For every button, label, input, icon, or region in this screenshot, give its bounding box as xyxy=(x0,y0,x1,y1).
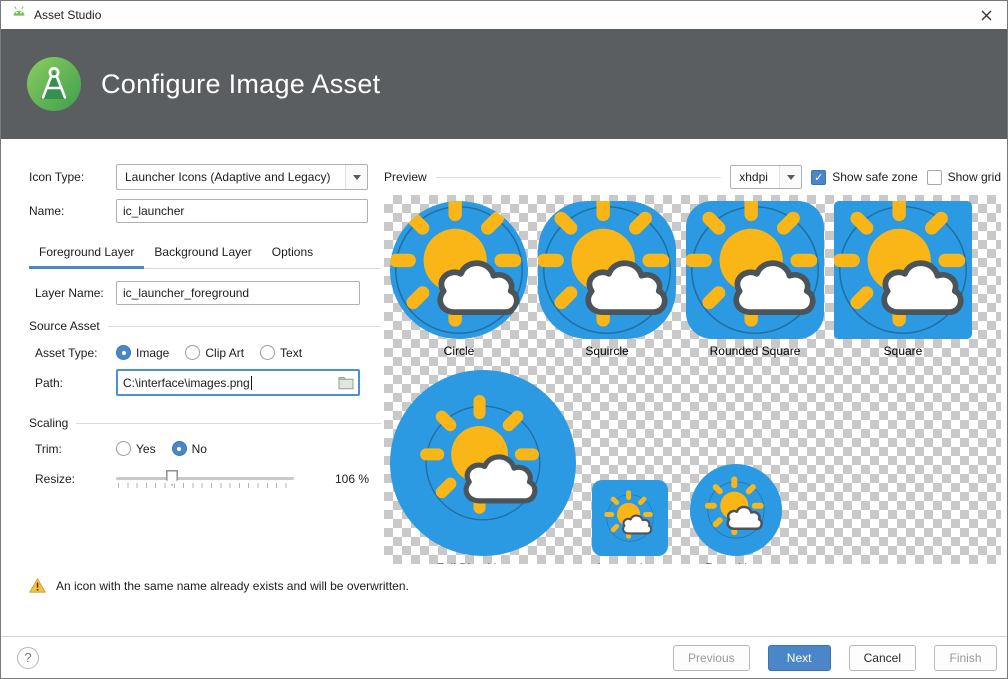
checkbox-icon xyxy=(927,170,942,185)
preview-tile-squircle: Squircle xyxy=(538,201,676,358)
android-logo-icon xyxy=(11,5,27,26)
path-input[interactable]: C:\interface\images.png xyxy=(116,369,360,396)
density-value: xhdpi xyxy=(739,170,768,184)
divider xyxy=(76,423,381,424)
legacy-icon xyxy=(592,480,668,556)
layer-name-row: Layer Name: xyxy=(29,281,381,305)
adaptive-icon-square xyxy=(834,201,972,339)
tab-options[interactable]: Options xyxy=(262,239,323,269)
radio-icon xyxy=(172,441,187,456)
radio-icon xyxy=(116,345,131,360)
divider xyxy=(108,326,381,327)
resize-row: Resize: 106 % xyxy=(29,469,381,489)
footer-bar: ? Previous Next Cancel Finish xyxy=(1,636,1007,678)
asset-type-label: Asset Type: xyxy=(29,346,116,360)
preview-area: Circle Squircle Rounded Square Square xyxy=(384,195,1001,564)
checkbox-icon xyxy=(811,170,826,185)
scaling-group: Scaling xyxy=(29,416,381,430)
preview-tile-rounded-square: Rounded Square xyxy=(686,201,824,358)
chevron-down-icon xyxy=(779,166,801,188)
icon-type-select[interactable]: Launcher Icons (Adaptive and Legacy) xyxy=(116,164,368,190)
show-safe-zone-checkbox[interactable]: Show safe zone xyxy=(811,170,917,185)
resize-value: 106 % xyxy=(335,472,381,486)
text-caret xyxy=(251,376,252,390)
browse-button[interactable] xyxy=(334,371,358,394)
trim-radio-yes[interactable]: Yes xyxy=(116,441,156,456)
path-label: Path: xyxy=(29,376,116,390)
tab-foreground-layer[interactable]: Foreground Layer xyxy=(29,239,144,269)
show-grid-checkbox[interactable]: Show grid xyxy=(927,170,1001,185)
trim-radio-no[interactable]: No xyxy=(172,441,207,456)
asset-type-radio-image[interactable]: Image xyxy=(116,345,169,360)
divider xyxy=(436,177,722,178)
preview-tile-full-bleed: Full Bleed Layers xyxy=(390,370,576,564)
android-studio-logo-icon xyxy=(27,57,81,111)
finish-button[interactable]: Finish xyxy=(934,645,997,671)
preview-panel: Preview xhdpi Show safe zone Show grid xyxy=(381,164,1007,564)
slider-ticks xyxy=(118,483,294,488)
config-panel: Icon Type: Launcher Icons (Adaptive and … xyxy=(1,164,381,564)
round-icon xyxy=(690,464,782,556)
radio-icon xyxy=(260,345,275,360)
preview-tiles-row-2: Full Bleed Layers Legacy Icon Round Icon xyxy=(384,370,1001,564)
radio-icon xyxy=(185,345,200,360)
warning-icon xyxy=(29,578,46,593)
previous-button[interactable]: Previous xyxy=(673,645,750,671)
preview-tile-round: Round Icon xyxy=(684,464,788,564)
resize-label: Resize: xyxy=(29,472,116,486)
warning-banner: An icon with the same name already exist… xyxy=(1,564,1007,593)
preview-label: Preview xyxy=(384,170,427,184)
footer-buttons: Previous Next Cancel Finish xyxy=(673,645,997,671)
page-title: Configure Image Asset xyxy=(101,69,380,100)
adaptive-icon-squircle xyxy=(538,201,676,339)
asset-type-radio-clip-art[interactable]: Clip Art xyxy=(185,345,244,360)
icon-type-row: Icon Type: Launcher Icons (Adaptive and … xyxy=(29,164,381,190)
layer-tabs: Foreground Layer Background Layer Option… xyxy=(29,239,381,269)
warning-text: An icon with the same name already exist… xyxy=(56,579,409,593)
resize-slider[interactable] xyxy=(116,469,294,489)
wizard-header: Configure Image Asset xyxy=(1,29,1007,139)
chevron-down-icon xyxy=(345,165,367,189)
window-titlebar: Asset Studio xyxy=(1,1,1007,29)
next-button[interactable]: Next xyxy=(768,645,831,671)
radio-icon xyxy=(116,441,131,456)
trim-label: Trim: xyxy=(29,442,116,456)
source-asset-group: Source Asset xyxy=(29,319,381,333)
source-asset-label: Source Asset xyxy=(29,319,100,333)
help-button[interactable]: ? xyxy=(17,647,39,669)
preview-tile-circle: Circle xyxy=(390,201,528,358)
asset-studio-dialog: Asset Studio Configure Image Asset xyxy=(0,0,1008,679)
dialog-content: Icon Type: Launcher Icons (Adaptive and … xyxy=(1,139,1007,564)
adaptive-icon-rounded-square xyxy=(686,201,824,339)
folder-icon xyxy=(338,376,354,390)
scaling-label: Scaling xyxy=(29,416,68,430)
density-select[interactable]: xhdpi xyxy=(730,165,802,189)
name-label: Name: xyxy=(29,204,116,218)
trim-row: Trim: Yes No xyxy=(29,441,381,456)
name-row: Name: xyxy=(29,199,381,223)
layer-name-input[interactable] xyxy=(116,281,360,305)
slider-track[interactable] xyxy=(116,477,294,480)
window-title: Asset Studio xyxy=(34,8,101,22)
preview-tile-legacy: Legacy Icon xyxy=(582,480,678,564)
preview-tile-square: Square xyxy=(834,201,972,358)
layer-name-label: Layer Name: xyxy=(29,286,116,300)
icon-type-label: Icon Type: xyxy=(29,170,116,184)
path-row: Path: C:\interface\images.png xyxy=(29,369,381,396)
close-button[interactable] xyxy=(965,1,1007,29)
asset-type-radio-text[interactable]: Text xyxy=(260,345,302,360)
asset-type-row: Asset Type: Image Clip Art Text xyxy=(29,345,381,360)
close-icon xyxy=(981,10,992,21)
question-icon: ? xyxy=(24,650,31,665)
adaptive-icon-circle xyxy=(390,201,528,339)
preview-header: Preview xhdpi Show safe zone Show grid xyxy=(384,164,1001,190)
cancel-button[interactable]: Cancel xyxy=(849,645,916,671)
name-input[interactable] xyxy=(116,199,368,223)
full-bleed-icon xyxy=(390,370,576,556)
preview-tiles-row: Circle Squircle Rounded Square Square xyxy=(384,195,1001,358)
icon-type-value: Launcher Icons (Adaptive and Legacy) xyxy=(125,170,330,184)
tab-background-layer[interactable]: Background Layer xyxy=(144,239,261,269)
